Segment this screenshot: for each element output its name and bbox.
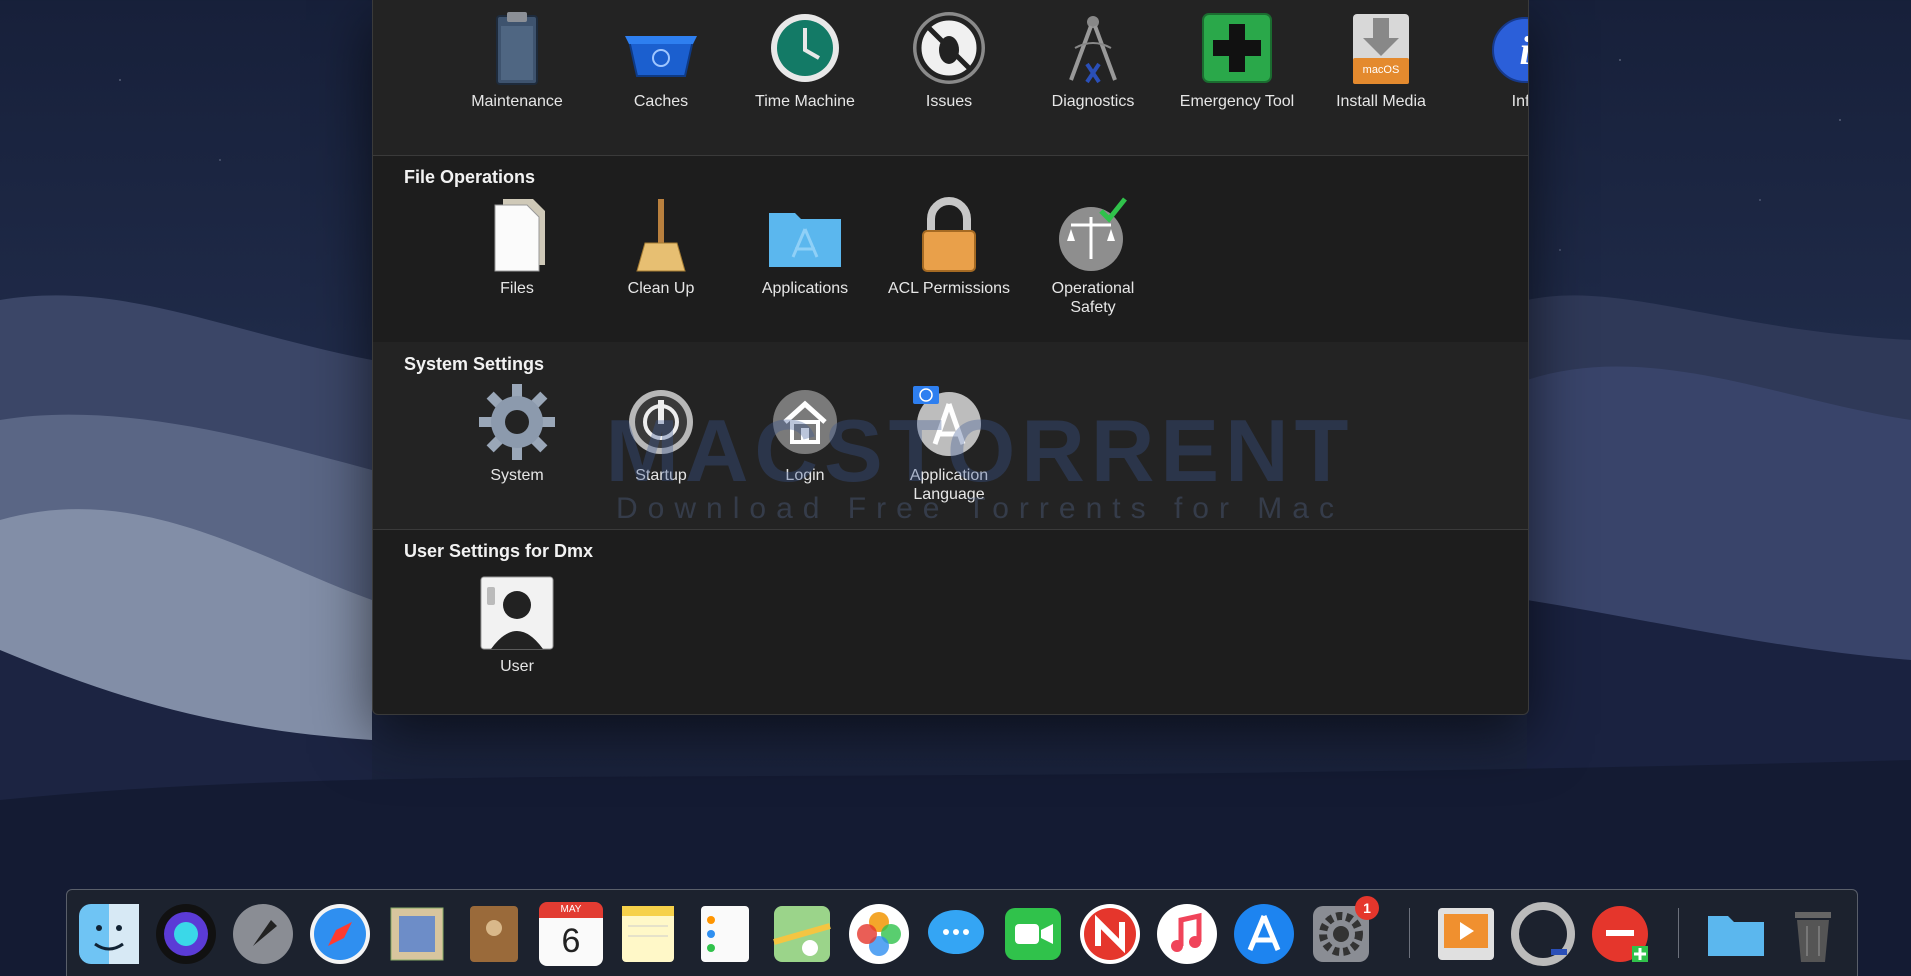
- dock-separator: [1409, 908, 1410, 958]
- home-icon: [765, 382, 845, 462]
- scales-check-icon: [1053, 195, 1133, 275]
- notification-badge: 1: [1355, 896, 1379, 920]
- info-icon: i: [1485, 8, 1529, 88]
- item-label: Info: [1511, 93, 1528, 110]
- maintenance-item[interactable]: Maintenance: [442, 8, 592, 111]
- photo-slideshow-icon[interactable]: [1434, 902, 1498, 966]
- caches-item[interactable]: Caches: [586, 8, 736, 111]
- applications-folder-icon: [765, 195, 845, 275]
- user-settings-section: User Settings for Dmx User: [373, 529, 1528, 714]
- news-icon[interactable]: [1078, 902, 1142, 966]
- item-label: ACL Permissions: [887, 280, 1011, 297]
- item-label: User: [500, 658, 534, 675]
- folder-icon[interactable]: [1704, 902, 1768, 966]
- section-title: File Operations: [404, 167, 536, 187]
- finder-icon[interactable]: [77, 902, 141, 966]
- item-label: Operational Safety: [1051, 280, 1135, 316]
- document-icon: [477, 195, 557, 275]
- applications-item[interactable]: Applications: [730, 195, 880, 298]
- item-label: Clean Up: [627, 280, 695, 297]
- messages-icon[interactable]: [924, 902, 988, 966]
- svg-text:i: i: [1519, 28, 1529, 73]
- section-title: User Settings for Dmx: [404, 541, 594, 561]
- recycle-bin-icon: [621, 8, 701, 88]
- utility-window: Maintenance Caches Time Machine Issues D…: [372, 0, 1529, 715]
- item-label: Login: [785, 467, 825, 484]
- application-language-item[interactable]: Application Language: [874, 382, 1024, 504]
- system-preferences-icon[interactable]: 1: [1309, 896, 1379, 966]
- safari-icon[interactable]: [308, 902, 372, 966]
- item-label: Application Language: [909, 467, 989, 503]
- dock: MAY 6 1: [66, 889, 1858, 976]
- padlock-icon: [909, 195, 989, 275]
- time-machine-icon: [765, 8, 845, 88]
- broom-icon: [621, 195, 701, 275]
- system-settings-section: System Settings System Startup Login App…: [373, 342, 1528, 530]
- toolbox-icon[interactable]: [1588, 902, 1652, 966]
- item-label: Emergency Tool: [1179, 93, 1295, 110]
- system-item[interactable]: System: [442, 382, 592, 485]
- clean-up-item[interactable]: Clean Up: [586, 195, 736, 298]
- sync-icon[interactable]: [1511, 902, 1575, 966]
- calendar-day: 6: [539, 918, 603, 966]
- item-label: Time Machine: [755, 93, 855, 110]
- emergency-tool-item[interactable]: Emergency Tool: [1162, 8, 1312, 111]
- item-label: Install Media: [1336, 93, 1426, 110]
- time-machine-item[interactable]: Time Machine: [730, 8, 880, 111]
- facetime-icon[interactable]: [1001, 902, 1065, 966]
- install-drive-label: macOS: [1362, 64, 1400, 76]
- item-label: Diagnostics: [1051, 93, 1135, 110]
- section-title: System Settings: [404, 354, 545, 374]
- app-language-icon: [909, 382, 989, 462]
- app-store-icon[interactable]: [1232, 902, 1296, 966]
- maps-icon[interactable]: [770, 902, 834, 966]
- gear-icon: [477, 382, 557, 462]
- contacts-icon[interactable]: [462, 902, 526, 966]
- photos-icon[interactable]: [847, 902, 911, 966]
- acl-permissions-item[interactable]: ACL Permissions: [874, 195, 1024, 298]
- no-bug-icon: [909, 8, 989, 88]
- file-operations-section: File Operations Files Clean Up Applicati…: [373, 155, 1528, 343]
- siri-icon[interactable]: [154, 902, 218, 966]
- info-item[interactable]: i Info: [1450, 8, 1529, 111]
- music-icon[interactable]: [1155, 902, 1219, 966]
- item-label: System: [490, 467, 544, 484]
- item-label: Applications: [761, 280, 849, 297]
- install-media-item[interactable]: macOS Install Media: [1306, 8, 1456, 111]
- user-silhouette-icon: [477, 573, 557, 653]
- calendar-month: MAY: [539, 902, 603, 918]
- item-label: Caches: [633, 93, 689, 110]
- item-label: Startup: [635, 467, 687, 484]
- mail-icon[interactable]: [385, 902, 449, 966]
- clipboard-icon: [477, 8, 557, 88]
- diagnostics-item[interactable]: Diagnostics: [1018, 8, 1168, 111]
- dock-separator: [1678, 908, 1679, 958]
- item-label: Issues: [925, 93, 973, 110]
- login-item[interactable]: Login: [730, 382, 880, 485]
- operational-safety-item[interactable]: Operational Safety: [1018, 195, 1168, 317]
- install-drive-icon: macOS: [1341, 8, 1421, 88]
- startup-item[interactable]: Startup: [586, 382, 736, 485]
- user-item[interactable]: User: [442, 573, 592, 676]
- first-aid-cross-icon: [1197, 8, 1277, 88]
- files-item[interactable]: Files: [442, 195, 592, 298]
- notes-icon[interactable]: [616, 902, 680, 966]
- reminders-icon[interactable]: [693, 902, 757, 966]
- calendar-icon[interactable]: MAY 6: [539, 902, 603, 966]
- calipers-icon: [1053, 8, 1133, 88]
- issues-item[interactable]: Issues: [874, 8, 1024, 111]
- power-icon: [621, 382, 701, 462]
- item-label: Files: [500, 280, 534, 297]
- top-tools-section: Maintenance Caches Time Machine Issues D…: [373, 0, 1528, 156]
- launchpad-icon[interactable]: [231, 902, 295, 966]
- trash-icon[interactable]: [1781, 902, 1845, 966]
- item-label: Maintenance: [471, 93, 563, 110]
